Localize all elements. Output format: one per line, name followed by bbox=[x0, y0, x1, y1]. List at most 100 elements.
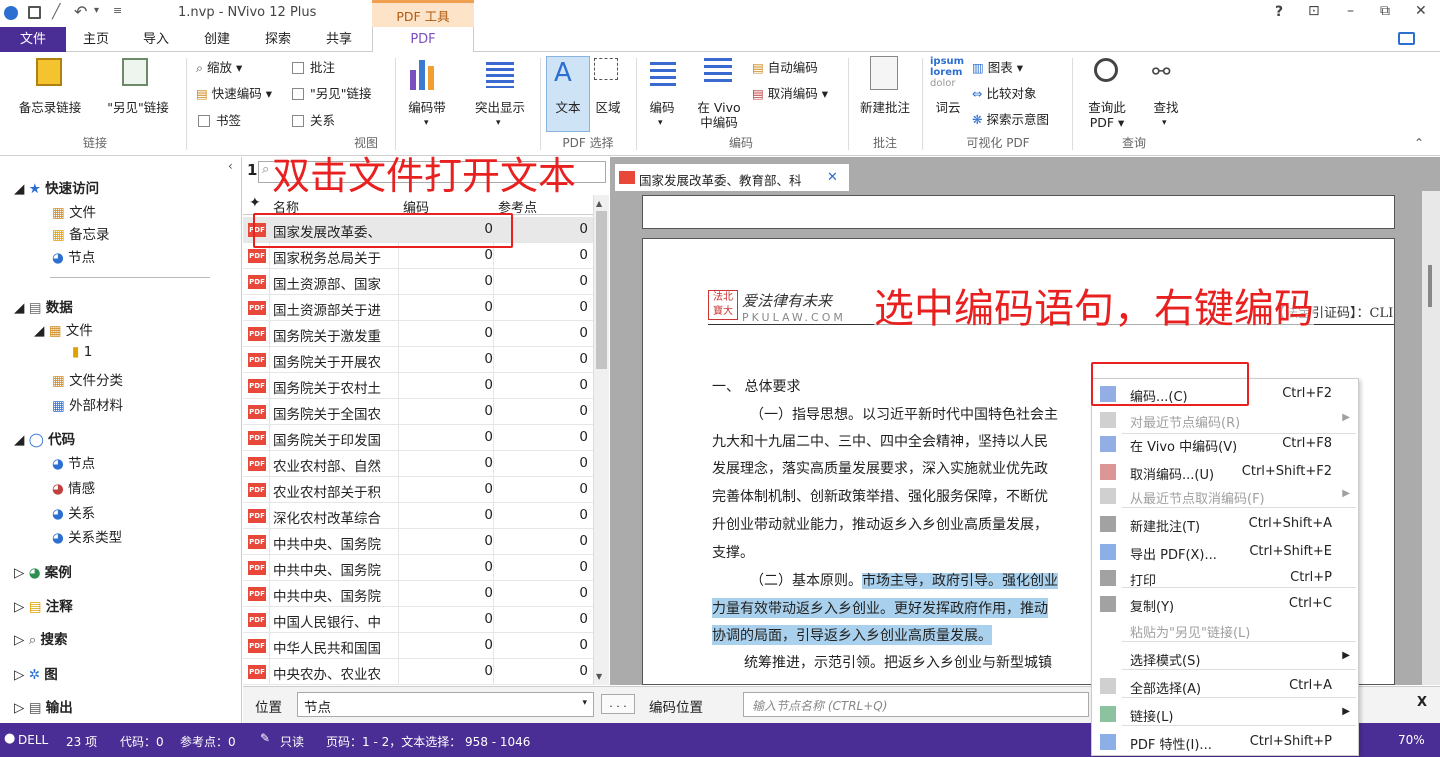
table-row[interactable]: PDF 中共中央、国务院 0 0 bbox=[243, 555, 593, 581]
nav-search[interactable]: ▷ ⌕ 搜索 bbox=[14, 628, 68, 648]
nav-output[interactable]: ▷ ▤ 输出 bbox=[14, 696, 73, 716]
table-row[interactable]: PDF 深化农村改革综合 0 0 bbox=[243, 503, 593, 529]
tab-file[interactable]: 文件 bbox=[0, 27, 66, 52]
status-zoom[interactable]: 70% bbox=[1398, 733, 1425, 747]
seealso-link-button[interactable]: "另见"链接 bbox=[98, 100, 178, 115]
table-row[interactable]: PDF 中共中央、国务院 0 0 bbox=[243, 581, 593, 607]
nav-relationship-types[interactable]: ◕ 关系类型 bbox=[52, 526, 122, 546]
table-row[interactable]: PDF 国务院关于开展农 0 0 bbox=[243, 347, 593, 373]
find-button[interactable]: 查找 bbox=[1146, 100, 1186, 115]
nav-maps[interactable]: ▷ ✲ 图 bbox=[14, 663, 58, 683]
menu-item[interactable]: 在 Vivo 中编码(V) Ctrl+F8 bbox=[1092, 431, 1358, 457]
tab-create[interactable]: 创建 bbox=[186, 27, 248, 52]
tab-import[interactable]: 导入 bbox=[126, 27, 186, 52]
nav-quick-access[interactable]: ◢ ★ 快速访问 bbox=[14, 177, 99, 197]
menu-item[interactable]: 取消编码...(U) Ctrl+Shift+F2 bbox=[1092, 459, 1358, 485]
nav-code-nodes[interactable]: ◕ 节点 bbox=[52, 452, 95, 472]
nav-notes[interactable]: ▷ ▤ 注释 bbox=[14, 595, 73, 615]
nav-data-files[interactable]: ◢ ▦ 文件 bbox=[34, 319, 93, 339]
chart-button[interactable]: ▥ 图表 ▾ bbox=[972, 60, 1023, 75]
menu-item[interactable]: PDF 特性(I)... Ctrl+Shift+P bbox=[1092, 729, 1358, 755]
explore-diagram-button[interactable]: ❋ 探索示意图 bbox=[972, 112, 1049, 127]
auto-code-button[interactable]: ▤ 自动编码 bbox=[752, 60, 818, 75]
coding-stripes-button[interactable]: 编码带 bbox=[402, 100, 452, 115]
nav-cases[interactable]: ▷ ◕ 案例 bbox=[14, 561, 72, 581]
quick-code-button[interactable]: ▤ 快速编码 ▾ bbox=[196, 86, 272, 101]
comment-icon[interactable] bbox=[1398, 32, 1415, 45]
table-row[interactable]: PDF 国务院关于印发国 0 0 bbox=[243, 425, 593, 451]
new-annotation-button[interactable]: 新建批注 bbox=[852, 100, 918, 115]
table-row[interactable]: PDF 国务院关于全国农 0 0 bbox=[243, 399, 593, 425]
help-button[interactable]: ? bbox=[1275, 4, 1283, 20]
viewer-scrollbar[interactable] bbox=[1422, 191, 1440, 685]
collapse-ribbon-icon[interactable]: ⌃ bbox=[1414, 136, 1424, 150]
tab-explore[interactable]: 探索 bbox=[248, 27, 308, 52]
nav-sentiment[interactable]: ◕ 情感 bbox=[52, 477, 95, 497]
menu-item[interactable]: 选择模式(S) ▶ bbox=[1092, 645, 1358, 671]
highlight-button[interactable]: 突出显示 bbox=[468, 100, 532, 115]
memo-link-button[interactable]: 备忘录链接 bbox=[8, 100, 92, 115]
region-select-button[interactable]: 区域 bbox=[588, 100, 628, 115]
nav-files[interactable]: ▦ 文件 bbox=[52, 201, 96, 221]
zoom-button[interactable]: ⌕ 缩放 ▾ bbox=[196, 60, 242, 75]
menu-item[interactable]: 复制(Y) Ctrl+C bbox=[1092, 591, 1358, 617]
node-name-input[interactable]: 输入节点名称 (CTRL+Q) bbox=[743, 692, 1089, 717]
tab-close-icon[interactable]: ✕ bbox=[827, 170, 838, 185]
relation-checkbox[interactable]: 关系 bbox=[292, 113, 335, 128]
table-row[interactable]: PDF 中央农办、农业农 0 0 bbox=[243, 659, 593, 685]
table-row[interactable]: PDF 国务院关于激发重 0 0 bbox=[243, 321, 593, 347]
query-pdf-button[interactable]: 查询此 PDF ▾ bbox=[1082, 100, 1132, 130]
text-select-button[interactable]: 文本 bbox=[546, 100, 590, 115]
minimize-button[interactable]: – bbox=[1347, 3, 1354, 19]
quick-access-customize-icon[interactable]: ≡ bbox=[113, 4, 122, 17]
table-row[interactable]: PDF 国土资源部、国家 0 0 bbox=[243, 269, 593, 295]
browse-button[interactable]: . . . bbox=[601, 694, 635, 714]
menu-item[interactable]: 从最近节点取消编码(F) ▶ bbox=[1092, 483, 1358, 509]
save-icon[interactable] bbox=[28, 6, 41, 19]
table-row[interactable]: PDF 农业农村部、自然 0 0 bbox=[243, 451, 593, 477]
menu-item[interactable]: 链接(L) ▶ bbox=[1092, 701, 1358, 727]
tab-home[interactable]: 主页 bbox=[66, 27, 126, 52]
list-scrollbar[interactable]: ▲ ▼ bbox=[593, 195, 609, 685]
annotation-checkbox[interactable]: 批注 bbox=[292, 60, 335, 75]
collapse-nav-icon[interactable]: ‹ bbox=[228, 159, 233, 173]
tab-pdf[interactable]: PDF bbox=[372, 27, 474, 53]
table-row[interactable]: PDF 国土资源部关于进 0 0 bbox=[243, 295, 593, 321]
compare-button[interactable]: ⇔ 比较对象 bbox=[972, 86, 1036, 101]
code-in-vivo-button[interactable]: 在 Vivo 中编码 bbox=[690, 100, 748, 130]
document-tab[interactable]: 国家发展改革委、教育部、科 ✕ bbox=[614, 163, 850, 191]
menu-item-label: 在 Vivo 中编码(V) bbox=[1130, 440, 1238, 455]
table-row[interactable]: PDF 中国人民银行、中 0 0 bbox=[243, 607, 593, 633]
table-row[interactable]: PDF 中华人民共和国国 0 0 bbox=[243, 633, 593, 659]
nav-data[interactable]: ◢ ▤ 数据 bbox=[14, 296, 73, 316]
menu-item[interactable]: 对最近节点编码(R) ▶ bbox=[1092, 407, 1358, 433]
code-button[interactable]: 编码 bbox=[642, 100, 682, 115]
menu-item[interactable]: 新建批注(T) Ctrl+Shift+A bbox=[1092, 511, 1358, 537]
table-row[interactable]: PDF 农业农村部关于积 0 0 bbox=[243, 477, 593, 503]
maximize-button[interactable]: ⧉ bbox=[1380, 3, 1390, 19]
ribbon-display-button[interactable]: ⊡ bbox=[1308, 3, 1320, 19]
edit-icon[interactable]: ╱ bbox=[52, 4, 60, 20]
node-type-select[interactable]: 节点 ▾ bbox=[297, 692, 594, 717]
menu-item[interactable]: 全部选择(A) Ctrl+A bbox=[1092, 673, 1358, 699]
nav-file-classifications[interactable]: ▦ 文件分类 bbox=[52, 369, 123, 389]
table-row[interactable]: PDF 国务院关于农村土 0 0 bbox=[243, 373, 593, 399]
nav-externals[interactable]: ▦ 外部材料 bbox=[52, 394, 123, 414]
nav-codes[interactable]: ◢ ◯ 代码 bbox=[14, 428, 75, 448]
undo-icon[interactable]: ↶ bbox=[74, 2, 87, 21]
word-cloud-button[interactable]: 词云 bbox=[930, 100, 966, 115]
bookmark-checkbox[interactable]: 书签 bbox=[198, 113, 241, 128]
uncode-button[interactable]: ▤ 取消编码 ▾ bbox=[752, 86, 828, 101]
menu-item[interactable]: 粘贴为"另见"链接(L) bbox=[1092, 617, 1358, 643]
close-button[interactable]: ✕ bbox=[1415, 3, 1427, 19]
seealso-checkbox[interactable]: "另见"链接 bbox=[292, 86, 372, 101]
nav-relationships[interactable]: ◕ 关系 bbox=[52, 502, 95, 522]
menu-item[interactable]: 导出 PDF(X)... Ctrl+Shift+E bbox=[1092, 539, 1358, 565]
nav-nodes[interactable]: ◕ 节点 bbox=[52, 246, 95, 266]
tab-share[interactable]: 共享 bbox=[308, 27, 370, 52]
nav-folder-1[interactable]: ▮ 1 bbox=[72, 344, 92, 360]
undo-dropdown-icon[interactable]: ▾ bbox=[94, 5, 99, 16]
nav-memos[interactable]: ▦ 备忘录 bbox=[52, 223, 110, 243]
coding-bar-close[interactable]: X bbox=[1417, 695, 1427, 710]
table-row[interactable]: PDF 中共中央、国务院 0 0 bbox=[243, 529, 593, 555]
